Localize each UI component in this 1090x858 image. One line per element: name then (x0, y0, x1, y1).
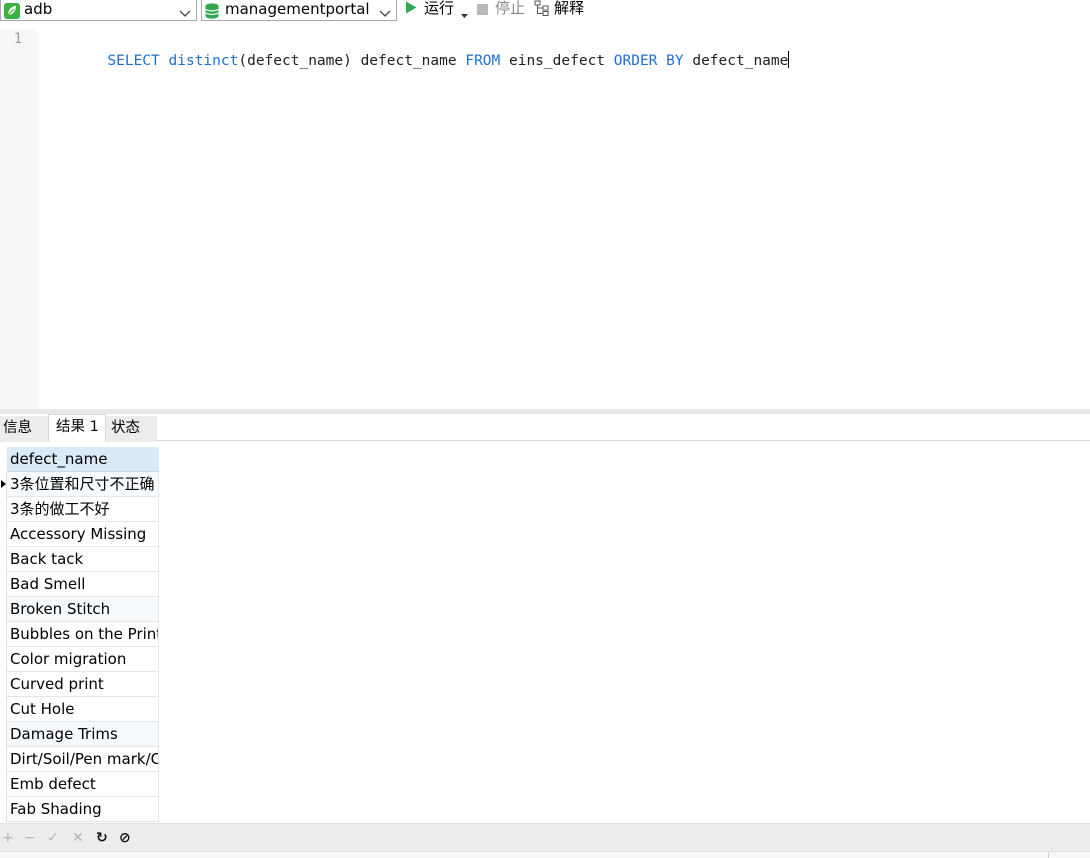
row-selector[interactable] (0, 547, 7, 572)
row-selector[interactable] (0, 697, 7, 722)
table-row[interactable]: Bad Smell (7, 572, 159, 597)
table-row[interactable]: Back tack (7, 547, 159, 572)
table-cell: Bad Smell (10, 575, 86, 593)
table-row[interactable]: Broken Stitch (7, 597, 159, 622)
grid-toolbar: + − ✓ ✕ ↻ ⊘ (0, 823, 1090, 851)
database-select[interactable]: managementportal (201, 0, 397, 21)
result-tabbar: 信息 结果 1 状态 (0, 414, 1090, 442)
caret-down-icon[interactable] (461, 6, 468, 22)
code-area[interactable]: SELECT distinct(defect_name) defect_name… (38, 29, 1090, 409)
sql-editor[interactable]: 1 SELECT distinct(defect_name) defect_na… (0, 29, 1090, 409)
sql-token: ORDER BY (613, 53, 684, 69)
table-row[interactable]: Cut Hole (7, 697, 159, 722)
run-label: 运行 (424, 0, 455, 17)
table-cell: Accessory Missing (10, 525, 147, 543)
line-number-gutter: 1 (0, 29, 38, 409)
table-cell: Fab Shading (10, 800, 102, 818)
table-cell: 3条位置和尺寸不正确 (10, 475, 155, 493)
table-row[interactable]: Emb defect (7, 772, 159, 797)
sql-token: SELECT (107, 53, 160, 69)
column-header-label: defect_name (10, 450, 108, 468)
table-cell: Cut Hole (10, 700, 75, 718)
sql-token: FROM (465, 53, 501, 69)
run-button[interactable]: 运行 (405, 0, 471, 18)
explain-tree-icon (534, 0, 550, 19)
database-value: managementportal (225, 0, 370, 18)
row-selector[interactable] (0, 747, 7, 772)
table-cell: Back tack (10, 550, 84, 568)
status-bar (0, 851, 1090, 858)
row-selector[interactable] (0, 672, 7, 697)
table-cell: Emb defect (10, 775, 96, 793)
sql-token: distinct (168, 53, 239, 69)
sql-token: eins_defect (500, 53, 614, 69)
table-row[interactable]: 3条位置和尺寸不正确 (7, 472, 159, 497)
code-line[interactable]: SELECT distinct(defect_name) defect_name… (55, 31, 790, 91)
stop-icon[interactable]: ⊘ (119, 831, 131, 845)
text-caret (788, 51, 790, 68)
tab-info[interactable]: 信息 (0, 416, 48, 442)
refresh-icon[interactable]: ↻ (96, 831, 108, 845)
delete-record-icon[interactable]: − (24, 831, 36, 845)
table-cell: Dirt/Soil/Pen mark/C (10, 750, 159, 768)
explain-button[interactable]: 解释 (534, 0, 588, 18)
tab-status[interactable]: 状态 (106, 416, 157, 442)
table-cell: Bubbles on the Print (10, 625, 159, 643)
apply-icon[interactable]: ✓ (47, 831, 59, 845)
line-number: 1 (13, 31, 23, 47)
row-selector[interactable] (0, 647, 7, 672)
play-icon (405, 1, 417, 17)
discard-icon[interactable]: ✕ (72, 831, 84, 845)
table-cell: Color migration (10, 650, 127, 668)
row-selector[interactable] (0, 797, 7, 822)
connection-value: adb (24, 0, 53, 18)
table-row[interactable]: Bubbles on the Print (7, 622, 159, 647)
main-toolbar: adb managementportal 运行 停止 解释 (0, 0, 1090, 21)
table-cell: Curved print (10, 675, 104, 693)
row-selector[interactable] (0, 597, 7, 622)
table-cell: Broken Stitch (10, 600, 111, 618)
explain-label: 解释 (554, 0, 585, 17)
stop-square-icon (477, 2, 488, 18)
table-row[interactable]: Color migration (7, 647, 159, 672)
connection-leaf-icon (4, 3, 20, 23)
table-row[interactable]: Damage Trims (7, 722, 159, 747)
chevron-down-icon[interactable] (179, 4, 191, 22)
table-cell: 3条的做工不好 (10, 500, 110, 518)
chevron-down-icon[interactable] (379, 4, 391, 22)
table-row[interactable]: Accessory Missing (7, 522, 159, 547)
row-selector[interactable] (0, 572, 7, 597)
current-row-pointer-icon (1, 480, 6, 488)
column-header-defect-name[interactable]: defect_name (7, 447, 159, 472)
table-cell: Damage Trims (10, 725, 118, 743)
table-row[interactable]: Fab Shading (7, 797, 159, 822)
database-icon (205, 3, 219, 23)
row-selector[interactable] (0, 522, 7, 547)
table-row[interactable]: Curved print (7, 672, 159, 697)
stop-label: 停止 (495, 0, 526, 17)
sql-token: defect_name (683, 53, 789, 69)
row-selector[interactable] (0, 772, 7, 797)
row-selector[interactable] (0, 472, 7, 497)
row-selector[interactable] (0, 497, 7, 522)
add-record-icon[interactable]: + (2, 831, 14, 845)
connection-select[interactable]: adb (0, 0, 197, 21)
row-selector[interactable] (0, 722, 7, 747)
row-selector[interactable] (0, 622, 7, 647)
sql-token: (defect_name) defect_name (238, 53, 466, 69)
stop-button[interactable]: 停止 (477, 0, 527, 18)
status-divider (1048, 852, 1049, 858)
tab-result-1[interactable]: 结果 1 (48, 414, 106, 442)
table-row[interactable]: 3条的做工不好 (7, 497, 159, 522)
table-row[interactable]: Dirt/Soil/Pen mark/C (7, 747, 159, 772)
